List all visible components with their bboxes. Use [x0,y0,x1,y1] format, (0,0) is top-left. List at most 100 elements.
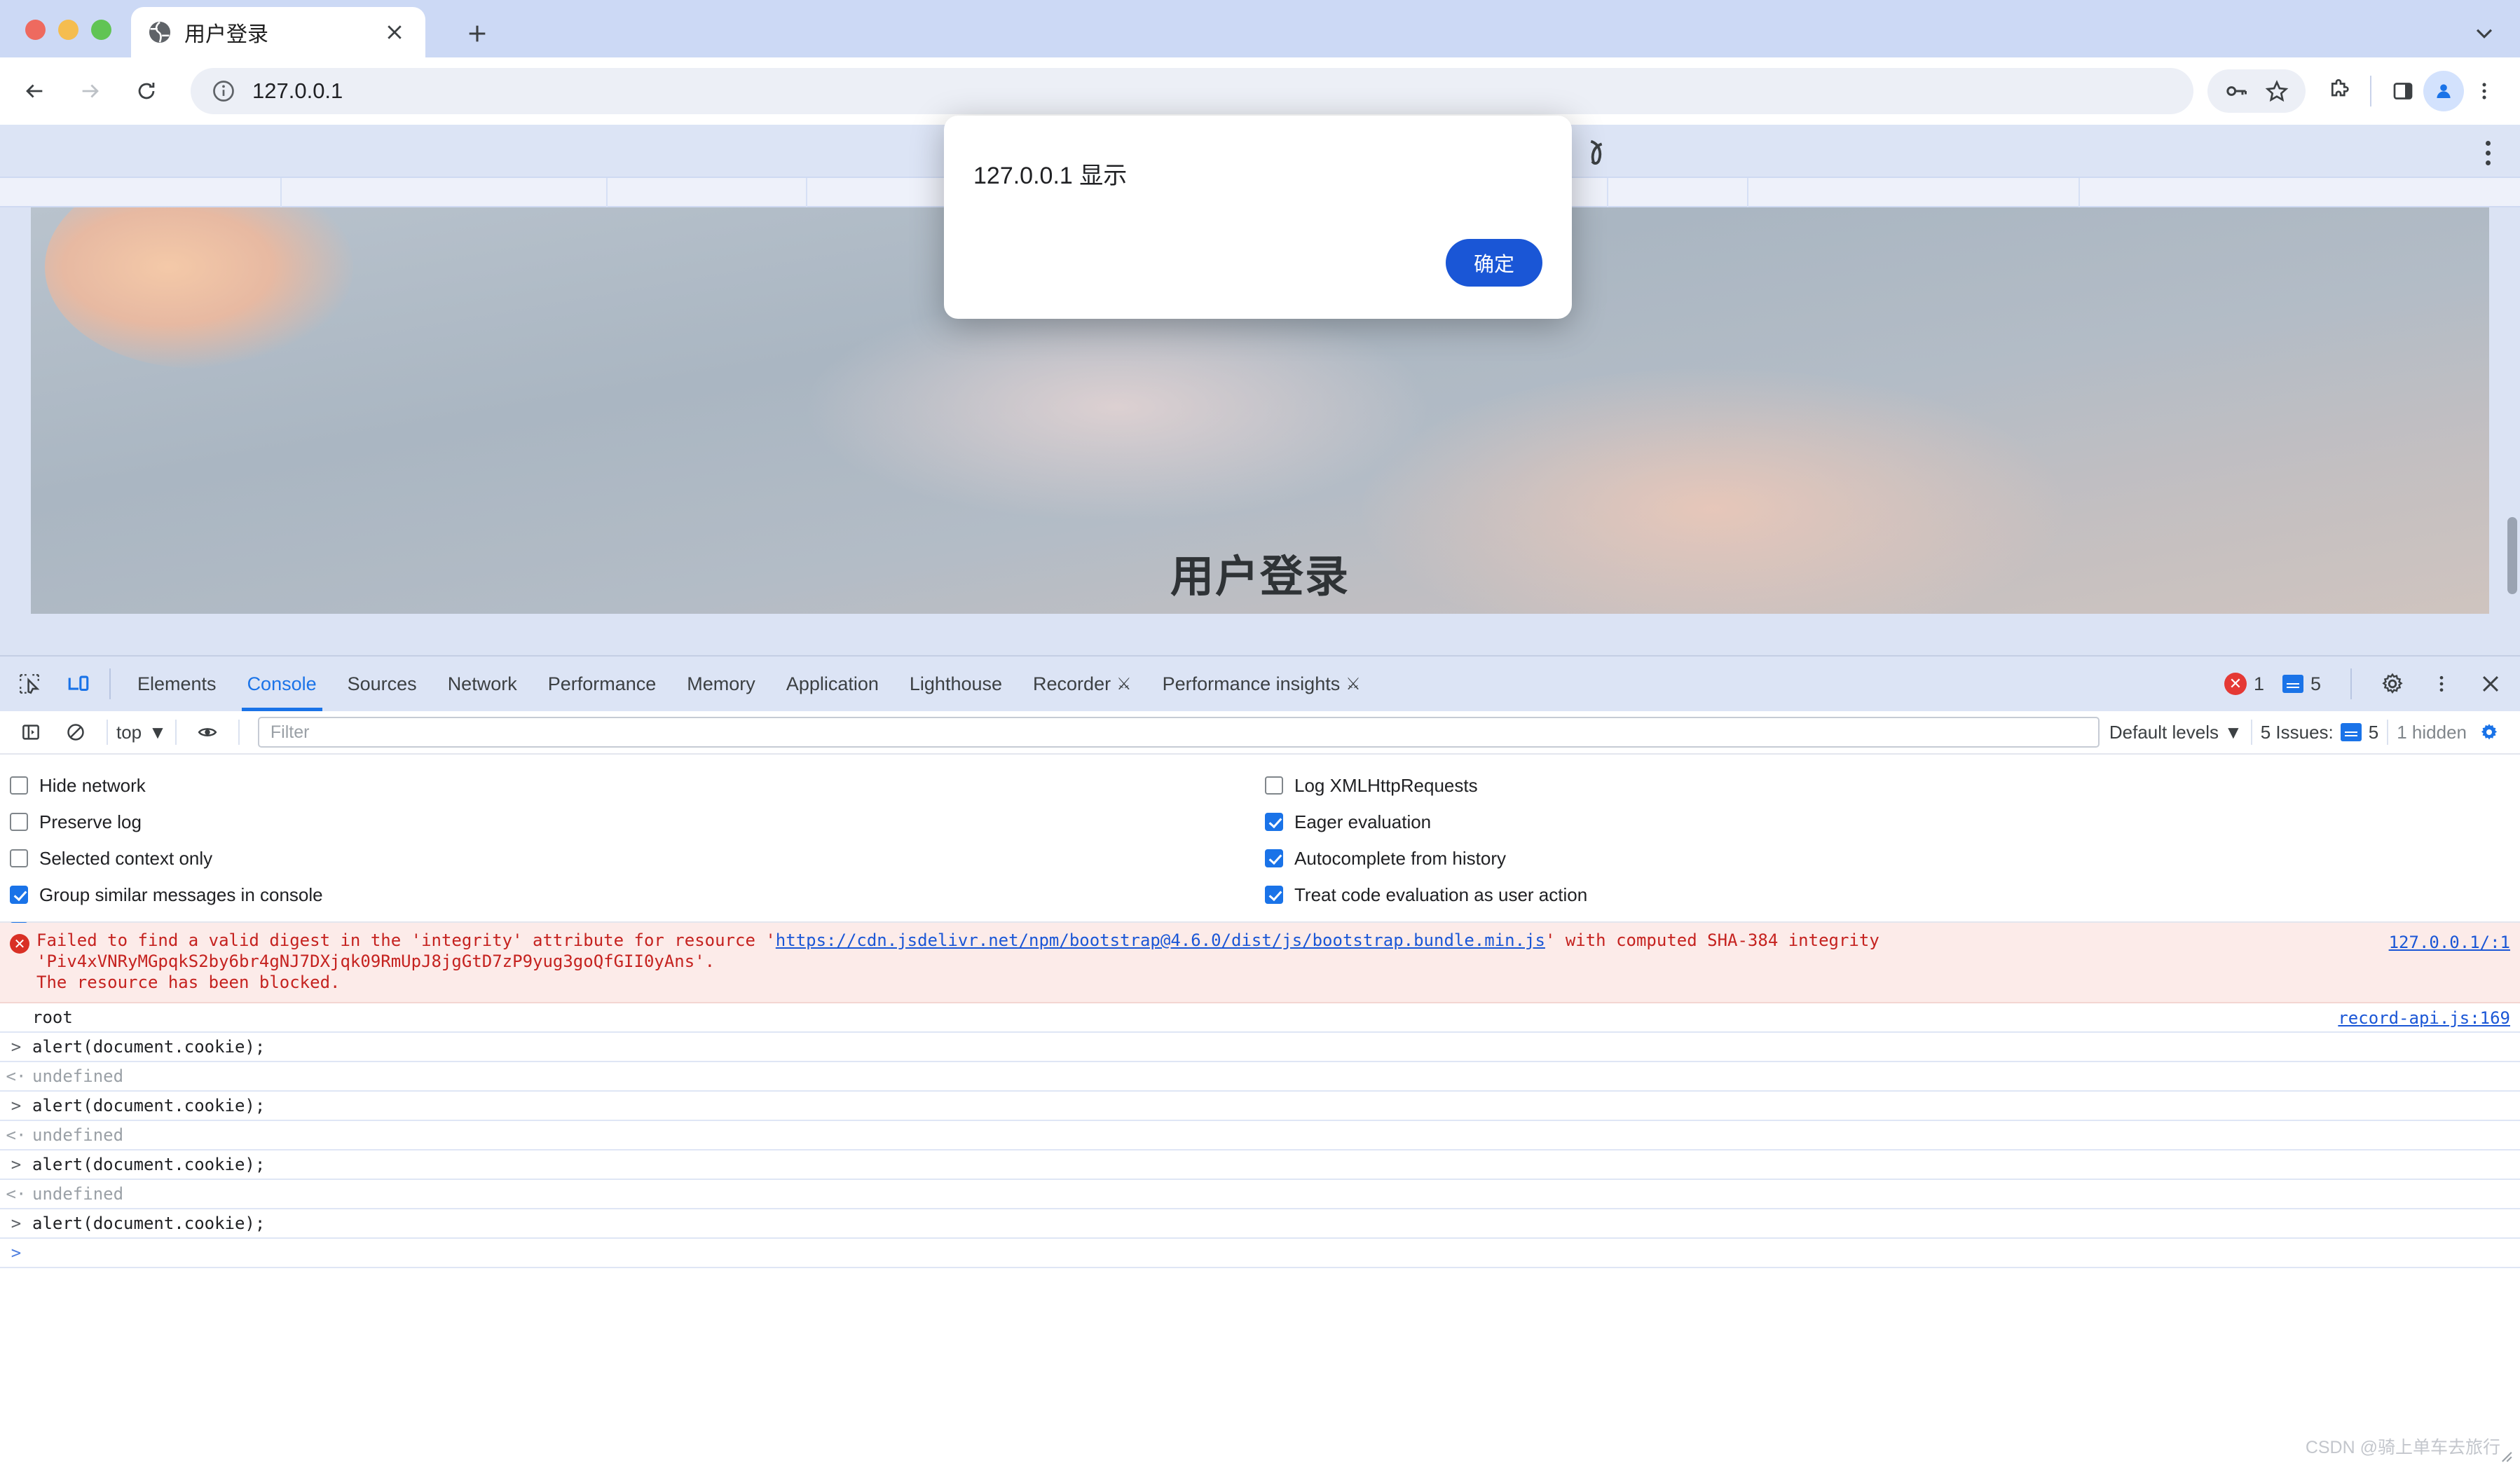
tab-recorder[interactable]: Recorder ⚔ [1018,657,1147,711]
console-output-row[interactable]: <· undefined [0,1121,2520,1150]
tab-network[interactable]: Network [432,657,533,711]
live-expression-icon[interactable] [191,715,224,749]
checkbox[interactable] [10,849,28,867]
tab-label: Memory [687,673,755,695]
checkbox[interactable] [1265,776,1283,795]
close-icon[interactable] [2471,664,2510,703]
issues-button[interactable]: 5 Issues: 5 [2261,722,2379,743]
tab-label: Performance insights [1163,673,1341,695]
console-input-row[interactable]: > alert(document.cookie); [0,1033,2520,1062]
maximize-window-button[interactable] [91,20,111,40]
minimize-window-button[interactable] [58,20,78,40]
kebab-icon[interactable] [2464,71,2505,111]
console-sidebar-icon[interactable] [14,715,48,749]
log-text: root [32,1008,73,1027]
tab-memory[interactable]: Memory [671,657,771,711]
checkbox[interactable] [10,813,28,831]
setting-label: Selected context only [39,848,212,870]
close-window-button[interactable] [25,20,46,40]
toolbar-divider [175,720,177,745]
log-levels-select[interactable]: Default levels ▼ [2109,722,2242,743]
device-menu-kebab-icon[interactable] [2474,137,2502,168]
tab-strip: 用户登录 [0,0,2520,57]
execution-context-select[interactable]: top ▼ [116,722,167,743]
page-scrollbar[interactable] [2507,517,2517,594]
tab-lighthouse[interactable]: Lighthouse [894,657,1018,711]
filter-input[interactable]: Filter [258,717,2100,748]
error-resource-link[interactable]: https://cdn.jsdelivr.net/npm/bootstrap@4… [776,930,1545,950]
log-text: alert(document.cookie); [32,1155,265,1174]
setting-autocomplete-from-history[interactable]: Autocomplete from history [1265,840,1587,877]
console-input-row[interactable]: > alert(document.cookie); [0,1092,2520,1121]
inspect-element-icon[interactable] [10,664,49,703]
tab-elements[interactable]: Elements [122,657,232,711]
new-tab-button[interactable] [459,15,495,52]
devtools-status-actions: ✕ 1 5 [2224,657,2510,711]
setting-label: Hide network [39,775,146,797]
tab-console[interactable]: Console [232,657,332,711]
log-source-link[interactable]: record-api.js:169 [2338,1008,2510,1028]
setting-hide-network[interactable]: Hide network [10,767,323,804]
window-controls[interactable] [25,20,111,40]
chevron-down-icon[interactable] [2465,14,2503,52]
console-log-row[interactable]: root record-api.js:169 [0,1003,2520,1033]
error-count-badge[interactable]: ✕ 1 [2224,673,2264,695]
console-output-row[interactable]: <· undefined [0,1180,2520,1209]
setting-treat-code-evaluation[interactable]: Treat code evaluation as user action [1265,877,1587,913]
dialog-ok-button[interactable]: 确定 [1446,239,1542,287]
console-prompt-row[interactable]: > [0,1239,2520,1268]
input-marker: > [0,1096,32,1115]
console-output-row[interactable]: <· undefined [0,1062,2520,1092]
info-icon[interactable] [209,76,238,106]
reload-button[interactable] [125,69,168,113]
tab-sources[interactable]: Sources [332,657,432,711]
forward-button[interactable] [69,69,112,113]
checkbox[interactable] [10,776,28,795]
star-icon[interactable] [2257,71,2297,111]
tab-performance-insights[interactable]: Performance insights ⚔ [1147,657,1376,711]
side-panel-icon[interactable] [2383,71,2423,111]
cloud-decoration [45,207,353,369]
setting-group-similar-messages[interactable]: Group similar messages in console [10,877,323,913]
puzzle-icon[interactable] [2318,71,2359,111]
console-input-row[interactable]: > alert(document.cookie); [0,1150,2520,1180]
key-icon[interactable] [2216,71,2257,111]
tab-performance[interactable]: Performance [533,657,672,711]
error-source-link[interactable]: 127.0.0.1/:1 [2389,933,2510,952]
log-text: alert(document.cookie); [32,1037,265,1057]
console-toolbar: top ▼ Filter Default levels ▼ 5 Issues: … [0,711,2520,755]
close-icon[interactable] [379,17,410,48]
console-input-row[interactable]: > alert(document.cookie); [0,1209,2520,1239]
avatar[interactable] [2423,71,2464,111]
toolbar-divider [2251,720,2252,745]
dialog-title: 127.0.0.1 显示 [973,156,1127,191]
checkbox[interactable] [1265,849,1283,867]
address-bar[interactable]: 127.0.0.1 [191,68,2193,114]
setting-log-xmlhttprequests[interactable]: Log XMLHttpRequests [1265,767,1587,804]
checkbox[interactable] [1265,886,1283,904]
tab-label: Recorder [1033,673,1111,695]
context-label: top [116,722,142,743]
levels-label: Default levels [2109,722,2219,743]
hidden-messages-count: 1 hidden [2397,722,2467,743]
checkbox[interactable] [10,886,28,904]
gear-icon[interactable] [2373,664,2412,703]
clear-console-icon[interactable] [59,715,93,749]
back-button[interactable] [13,69,56,113]
rotate-icon[interactable] [1580,136,1612,168]
setting-eager-evaluation[interactable]: Eager evaluation [1265,804,1587,840]
console-error-message[interactable]: ✕ Failed to find a valid digest in the '… [0,923,2520,1003]
setting-selected-context-only[interactable]: Selected context only [10,840,323,877]
url-text: 127.0.0.1 [252,78,343,104]
gear-icon[interactable] [2472,715,2506,749]
message-count-badge[interactable]: 5 [2282,673,2321,695]
checkbox[interactable] [1265,813,1283,831]
setting-preserve-log[interactable]: Preserve log [10,804,323,840]
issues-label: 5 Issues: [2261,722,2334,743]
tab-application[interactable]: Application [771,657,894,711]
kebab-icon[interactable] [2422,664,2461,703]
log-text: alert(document.cookie); [32,1214,265,1233]
device-toolbar-icon[interactable] [59,664,98,703]
browser-tab[interactable]: 用户登录 [131,7,425,57]
setting-label: Eager evaluation [1294,811,1431,833]
